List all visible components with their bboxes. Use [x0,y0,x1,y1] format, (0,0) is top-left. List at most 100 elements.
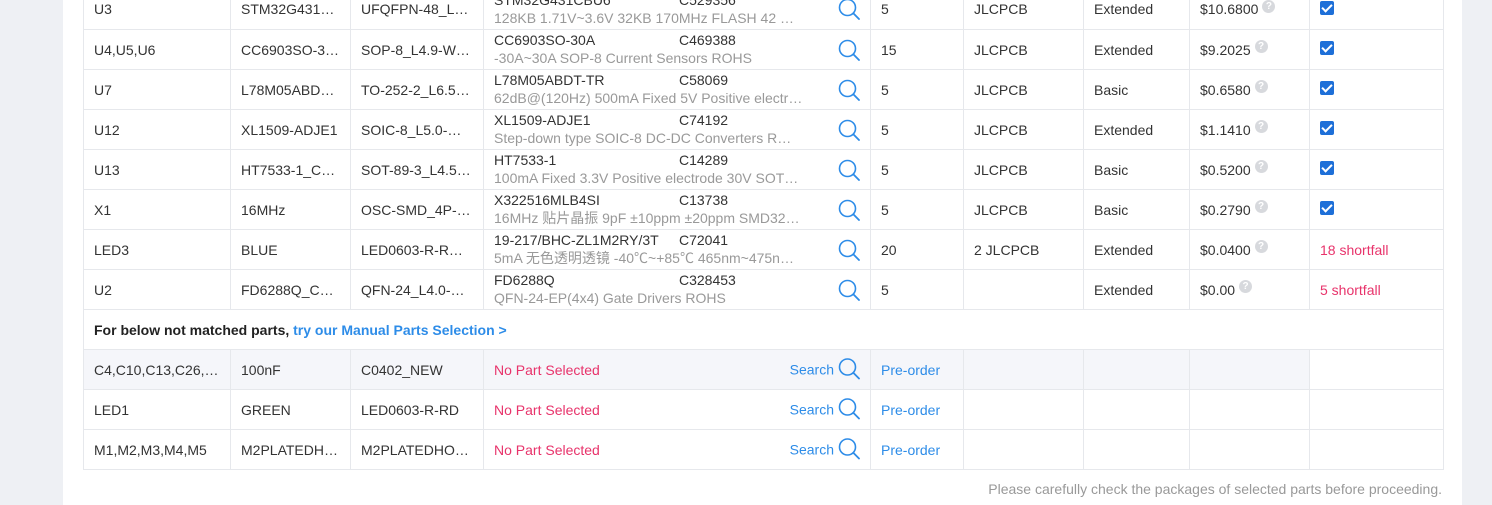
price-cell: $1.1410? [1189,109,1310,150]
preorder-link[interactable]: Pre-order [881,402,940,418]
designator-cell: X1 [83,189,231,230]
empty-cell [963,389,1084,430]
search-icon[interactable] [838,279,860,301]
search-label: Search [789,361,834,378]
designator-cell: C4,C10,C13,C26,… [83,349,231,390]
matched-part-cell: HT7533-1 C14289 100mA Fixed 3.3V Positiv… [483,149,871,190]
footprint-cell: SOP-8_L4.9-W… [350,29,484,70]
empty-cell [1083,349,1190,390]
empty-cell [1309,389,1444,430]
price-text: $0.0400 [1200,241,1251,258]
help-icon[interactable]: ? [1254,240,1268,253]
mpn-text: STM32G431CBU6 [494,0,679,9]
search-icon[interactable] [838,159,860,181]
type-cell: Extended [1083,0,1190,30]
selected-checkbox[interactable] [1320,161,1334,175]
footprint-cell: LED0603-R-R… [350,229,484,270]
value-cell: M2PLATEDH… [230,429,351,470]
matched-part-cell: 19-217/BHC-ZL1M2RY/3T C72041 5mA 无色透明透镜 … [483,229,871,270]
status-cell [1309,189,1444,230]
manual-parts-selection-link[interactable]: try our Manual Parts Selection > [293,322,507,338]
preorder-cell: Pre-order [870,389,964,430]
unmatched-row: M1,M2,M3,M4,M5 M2PLATEDH… M2PLATEDHO… No… [83,429,1444,470]
matched-part-cell: XL1509-ADJE1 C74192 Step-down type SOIC-… [483,109,871,150]
notice-text: For below not matched parts, [94,321,294,338]
preorder-cell: Pre-order [870,429,964,470]
status-cell [1309,0,1444,30]
footprint-cell: SOIC-8_L5.0-… [350,109,484,150]
qty-cell: 5 [870,189,964,230]
value-cell: FD6288Q_C… [230,269,351,310]
status-cell [1309,109,1444,150]
mpn-text: FD6288Q [494,272,555,288]
selected-checkbox[interactable] [1320,121,1334,135]
value-cell: 16MHz [230,189,351,230]
search-icon[interactable] [838,239,860,261]
help-icon[interactable]: ? [1254,120,1268,133]
table-row: U3 STM32G431… UFQFPN-48_L… STM32G431CBU6… [83,0,1444,30]
type-cell: Extended [1083,229,1190,270]
supplier-cell [963,269,1084,310]
search-icon [838,397,860,422]
help-icon[interactable]: ? [1262,0,1276,13]
qty-cell: 5 [870,149,964,190]
type-cell: Basic [1083,69,1190,110]
value-cell: GREEN [230,389,351,430]
supplier-cell: JLCPCB [963,189,1084,230]
price-cell: $0.0400? [1189,229,1310,270]
lcsc-part-number: C72041 [679,232,729,248]
search-button[interactable]: Search [790,397,860,422]
search-icon [838,357,860,382]
selected-checkbox[interactable] [1320,81,1334,95]
preorder-link[interactable]: Pre-order [881,442,940,458]
table-row: LED3 BLUE LED0603-R-R… 19-217/BHC-ZL1M2R… [83,229,1444,270]
bom-table: U3 STM32G431… UFQFPN-48_L… STM32G431CBU6… [83,0,1444,470]
help-icon[interactable]: ? [1254,80,1268,93]
price-text: $10.6800 [1200,1,1259,17]
part-description: QFN-24-EP(4x4) Gate Drivers ROHS [494,290,726,306]
qty-cell: 15 [870,29,964,70]
mpn-text: X322516MLB4SI [494,192,600,208]
search-icon [838,437,860,462]
mpn-text: HT7533-1 [494,152,557,168]
search-icon[interactable] [838,39,860,61]
status-cell [1309,149,1444,190]
value-cell: L78M05ABD… [230,69,351,110]
matched-part-cell: No Part Selected Search [483,429,871,470]
search-button[interactable]: Search [790,357,860,382]
table-row: U12 XL1509-ADJE1 SOIC-8_L5.0-… XL1509-AD… [83,109,1444,150]
value-cell: BLUE [230,229,351,270]
preorder-link[interactable]: Pre-order [881,362,940,378]
no-part-selected-text: No Part Selected [494,401,600,418]
search-icon[interactable] [838,79,860,101]
help-icon[interactable]: ? [1254,200,1268,213]
table-row: U4,U5,U6 CC6903SO-3… SOP-8_L4.9-W… CC690… [83,29,1444,70]
not-matched-notice: For below not matched parts, try our Man… [83,309,1444,350]
status-cell: 5 shortfall [1309,269,1444,310]
empty-cell [1309,429,1444,470]
selected-checkbox[interactable] [1320,201,1334,215]
empty-cell [1309,349,1444,390]
designator-cell: U12 [83,109,231,150]
empty-cell [1083,429,1190,470]
search-icon[interactable] [838,119,860,141]
price-text: $0.6580 [1200,81,1251,98]
empty-cell [1189,429,1310,470]
selected-checkbox[interactable] [1320,41,1334,55]
search-button[interactable]: Search [790,437,860,462]
designator-cell: LED1 [83,389,231,430]
selected-checkbox[interactable] [1320,0,1334,15]
type-cell: Extended [1083,109,1190,150]
mpn-text: 19-217/BHC-ZL1M2RY/3T [494,232,659,248]
part-description: -30A~30A SOP-8 Current Sensors ROHS [494,50,752,66]
help-icon[interactable]: ? [1239,280,1253,293]
matched-part-cell: L78M05ABDT-TR C58069 62dB@(120Hz) 500mA … [483,69,871,110]
value-cell: STM32G431… [230,0,351,30]
help-icon[interactable]: ? [1254,40,1268,53]
supplier-cell: JLCPCB [963,149,1084,190]
price-cell: $0.5200? [1189,149,1310,190]
search-icon[interactable] [838,0,860,20]
help-icon[interactable]: ? [1254,160,1268,173]
designator-cell: U13 [83,149,231,190]
search-icon[interactable] [838,199,860,221]
